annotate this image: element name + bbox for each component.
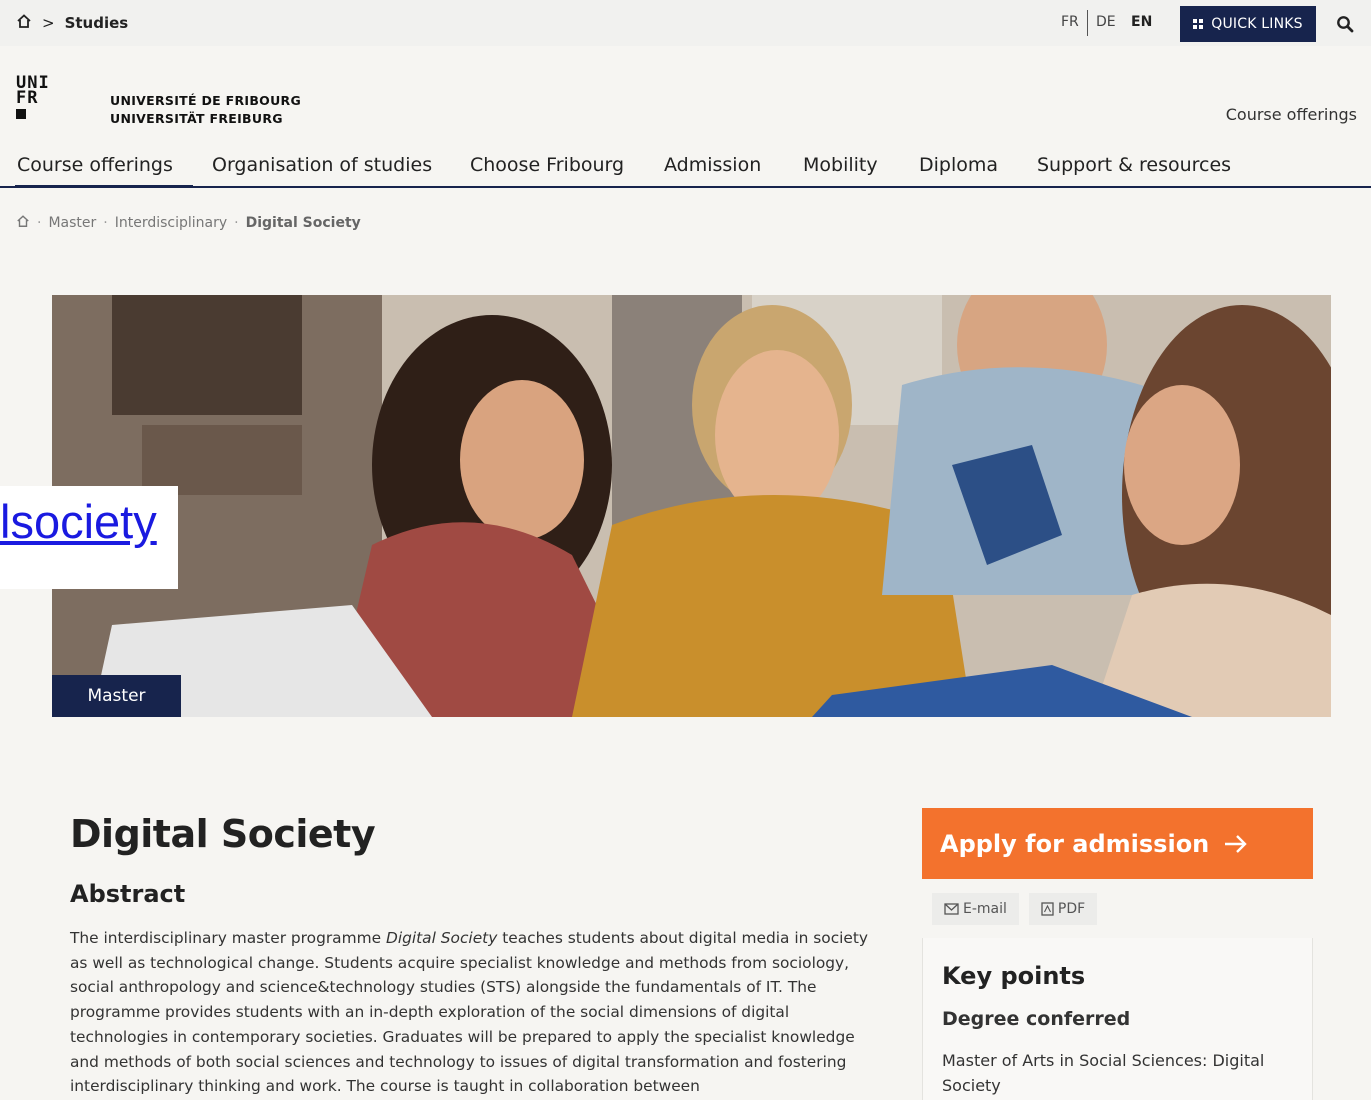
breadcrumb-interdisciplinary[interactable]: Interdisciplinary <box>115 215 227 231</box>
arrow-right-icon <box>1225 834 1247 853</box>
grid-icon <box>1193 19 1204 29</box>
section-label[interactable]: Course offerings <box>1226 105 1357 124</box>
breadcrumb-current: Digital Society <box>245 215 361 231</box>
hero-photo <box>52 295 1331 717</box>
language-fr-link[interactable]: FR <box>1061 14 1079 30</box>
degree-conferred-value: Master of Arts in Social Sciences: Digit… <box>942 1051 1265 1095</box>
apply-label: Apply for admission <box>940 829 1210 858</box>
unifr-logo[interactable]: UNI FR <box>16 75 60 119</box>
breadcrumb-separator: · <box>234 215 239 231</box>
home-icon[interactable] <box>16 13 32 33</box>
breadcrumb-separator: · <box>103 215 108 231</box>
pdf-label: PDF <box>1057 901 1086 917</box>
logo-line-2: FR <box>16 88 39 108</box>
email-button[interactable]: E-mail <box>932 893 1019 925</box>
home-icon[interactable] <box>16 214 30 232</box>
degree-conferred-heading: Degree conferred <box>942 1008 1131 1030</box>
utility-bar: > Studies FR DE EN QUICK LINKS <box>0 0 1371 46</box>
pdf-icon <box>1041 902 1054 916</box>
nav-organisation-of-studies[interactable]: Organisation of studies <box>212 154 432 176</box>
breadcrumb: · Master · Interdisciplinary · Digital S… <box>16 214 361 232</box>
university-name[interactable]: UNIVERSITÉ DE FRIBOURG UNIVERSITÄT FREIB… <box>110 92 301 128</box>
abstract-text: The interdisciplinary master programme D… <box>70 926 885 1099</box>
hero-image <box>52 295 1331 717</box>
share-actions: E-mail PDF <box>932 893 1098 925</box>
breadcrumb-master[interactable]: Master <box>48 215 96 231</box>
abstract-program-name: Digital Society <box>385 929 498 947</box>
search-icon <box>1337 16 1354 33</box>
nav-support-resources[interactable]: Support & resources <box>1037 154 1231 176</box>
main-navigation: Course offerings Organisation of studies… <box>0 148 1371 188</box>
nav-mobility[interactable]: Mobility <box>803 154 878 176</box>
email-label: E-mail <box>963 901 1007 917</box>
apply-for-admission-button[interactable]: Apply for admission <box>922 808 1313 879</box>
nav-choose-fribourg[interactable]: Choose Fribourg <box>470 154 624 176</box>
quick-links-label: QUICK LINKS <box>1211 16 1303 32</box>
language-en-link[interactable]: EN <box>1131 14 1152 30</box>
quick-links-button[interactable]: QUICK LINKS <box>1180 6 1316 42</box>
key-points-title: Key points <box>942 962 1086 990</box>
nav-diploma[interactable]: Diploma <box>919 154 998 176</box>
pdf-button[interactable]: PDF <box>1028 893 1098 925</box>
page-title: Digital Society <box>70 812 376 856</box>
chevron-right-icon: > <box>42 14 55 32</box>
top-breadcrumb-current[interactable]: Studies <box>65 14 129 32</box>
top-breadcrumb: > Studies <box>16 12 128 34</box>
language-de-link[interactable]: DE <box>1096 14 1116 30</box>
logo-square <box>16 109 26 119</box>
abstract-rest: teaches students about digital media in … <box>70 929 869 1096</box>
breadcrumb-separator: · <box>37 215 42 231</box>
envelope-icon <box>944 903 959 915</box>
nav-course-offerings[interactable]: Course offerings <box>15 154 193 188</box>
university-name-de: UNIVERSITÄT FREIBURG <box>110 111 283 126</box>
language-divider <box>1087 10 1088 36</box>
search-button[interactable] <box>1328 8 1362 40</box>
key-points-panel: Key points Degree conferred Master of Ar… <box>922 938 1313 1100</box>
abstract-heading: Abstract <box>70 880 186 908</box>
university-name-fr: UNIVERSITÉ DE FRIBOURG <box>110 93 302 108</box>
abstract-prefix: The interdisciplinary master programme <box>70 929 386 947</box>
broken-image-link[interactable]: lsociety <box>0 486 178 589</box>
nav-admission[interactable]: Admission <box>664 154 761 176</box>
degree-level-badge: Master <box>52 675 181 717</box>
